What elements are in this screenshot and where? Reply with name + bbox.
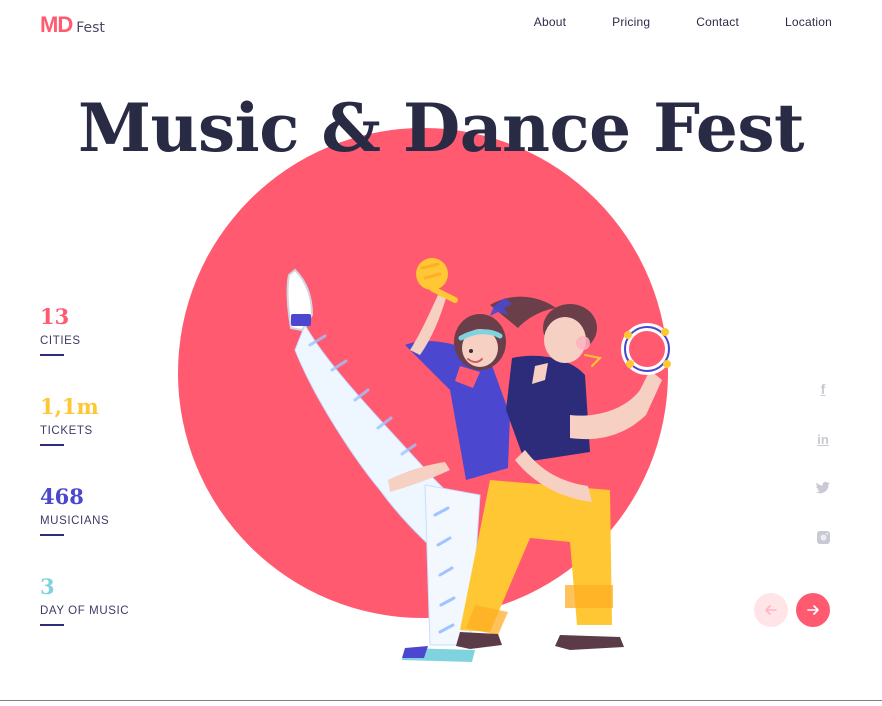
stat-underline — [40, 534, 64, 536]
linkedin-icon[interactable]: in — [814, 430, 832, 448]
stat-value-days: 3 — [40, 574, 55, 599]
previous-slide-button[interactable] — [754, 593, 788, 627]
stat-value-musicians: 468 — [40, 484, 84, 509]
nav-pricing[interactable]: Pricing — [612, 15, 650, 29]
landing-page: MD Fest About Pricing Contact Location M… — [0, 0, 882, 706]
logo-text: Fest — [76, 20, 105, 36]
logo-link[interactable]: MD Fest — [40, 14, 105, 36]
stat-musicians: 468 MUSICIANS — [40, 484, 180, 536]
stat-label-cities: CITIES — [40, 335, 81, 347]
stat-label-tickets: TICKETS — [40, 425, 93, 437]
stat-underline — [40, 354, 64, 356]
next-slide-button[interactable] — [796, 593, 830, 627]
stat-tickets: 1,1m TICKETS — [40, 394, 180, 446]
bottom-border — [0, 700, 882, 701]
stat-underline — [40, 624, 64, 626]
arrow-left-icon — [765, 605, 777, 615]
stat-value-tickets: 1,1m — [40, 394, 99, 419]
arrow-right-icon — [807, 605, 819, 615]
stat-days: 3 DAY OF MUSIC — [40, 574, 180, 626]
twitter-icon — [815, 481, 830, 494]
nav-location[interactable]: Location — [785, 15, 832, 29]
nav-about[interactable]: About — [534, 15, 566, 29]
nav-contact[interactable]: Contact — [696, 15, 739, 29]
stat-label-days: DAY OF MUSIC — [40, 605, 130, 617]
twitter-icon[interactable] — [814, 479, 832, 497]
logo-mark: MD — [40, 12, 73, 37]
stat-cities: 13 CITIES — [40, 304, 180, 356]
facebook-icon[interactable]: f — [814, 380, 832, 398]
dancers-illustration — [286, 258, 673, 662]
main-nav: About Pricing Contact Location — [534, 15, 832, 29]
instagram-icon — [816, 530, 830, 544]
stat-value-cities: 13 — [40, 304, 70, 329]
stat-underline — [40, 444, 64, 446]
instagram-icon[interactable] — [814, 528, 832, 546]
stat-label-musicians: MUSICIANS — [40, 515, 110, 527]
hero-title: Music & Dance Fest — [77, 89, 805, 167]
